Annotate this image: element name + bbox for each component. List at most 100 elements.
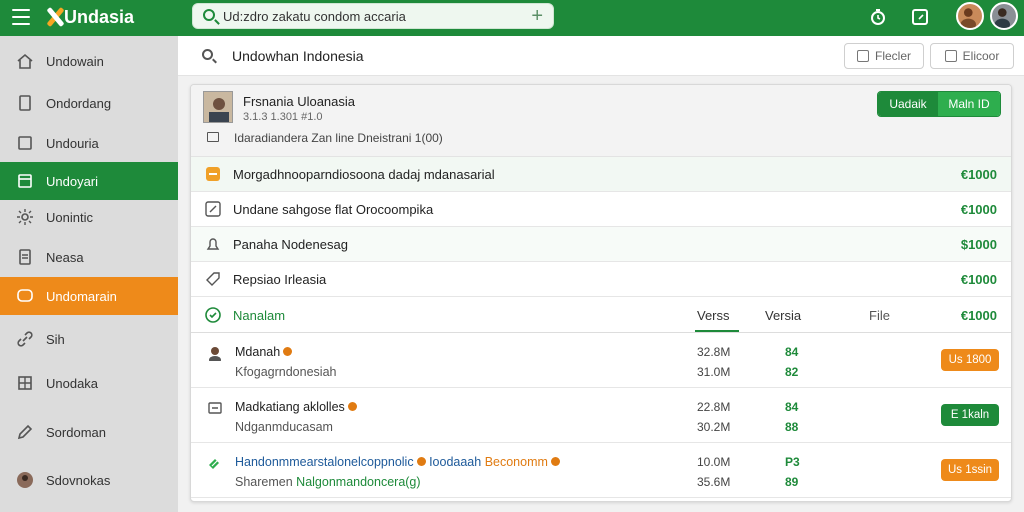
bell-icon <box>206 238 220 250</box>
row-action-button[interactable]: E 1kaln <box>941 404 999 426</box>
avatar[interactable] <box>956 2 984 30</box>
sidebar-item-label: Ondordang <box>46 95 112 111</box>
sidebar-item-ondordang[interactable]: Ondordang <box>0 84 178 122</box>
window-icon[interactable] <box>910 7 930 27</box>
list-item[interactable]: Undane sahgose flat Orocoompika €1000 <box>191 192 1011 227</box>
global-search-input[interactable] <box>223 7 513 25</box>
home-icon <box>17 53 33 69</box>
filter-button[interactable]: Flecler <box>844 43 924 69</box>
sidebar-item-neasa[interactable]: Neasa <box>0 238 178 276</box>
sidebar-item-unodaka[interactable]: Unodaka <box>0 364 178 402</box>
person-icon <box>209 347 221 361</box>
sidebar-item-label: Undomarain <box>46 288 117 304</box>
document-icon <box>207 132 219 142</box>
row-action-button[interactable]: Us 1800 <box>941 349 999 371</box>
sidebar-item-sdovnokas[interactable]: Sdovnokas <box>0 461 178 499</box>
column-header-versia[interactable]: Versia <box>765 308 801 323</box>
list-item[interactable]: Repsiao Irleasia €1000 <box>191 262 1011 297</box>
filter-button-label: Flecler <box>874 49 911 63</box>
column-header-file[interactable]: File <box>869 308 890 323</box>
table-row[interactable]: Handonmmearstalonelcoppnolic Ioodaaah Be… <box>191 443 1011 498</box>
list-item-label: Undane sahgose flat Orocoompika <box>233 202 434 217</box>
row-version-secondary: 82 <box>785 365 799 379</box>
row-title-text: Madkatiang aklolles <box>235 400 345 414</box>
page-title: Undowhan Indonesia <box>232 48 364 64</box>
row-title-text: Mdanah <box>235 345 281 359</box>
tag-outline-icon <box>206 272 220 286</box>
sidebar-item-undoyari[interactable]: Undoyari <box>0 162 178 200</box>
check-circle-icon <box>205 307 221 323</box>
chat-icon <box>17 289 33 302</box>
sidebar-item-label: Unodaka <box>46 375 99 391</box>
sidebar-item-label: Undoyari <box>46 173 99 189</box>
logo-mark-icon <box>44 6 66 28</box>
person-icon <box>209 98 229 122</box>
list-item[interactable]: Morgadhnooparndiosoona dadaj mdanasarial… <box>191 157 1011 192</box>
avatar-icon <box>960 8 976 28</box>
sidebar-item-undouria[interactable]: Undouria <box>0 124 178 162</box>
status-dot-icon <box>416 457 426 466</box>
user-avatar-icon <box>17 472 33 488</box>
sidebar: Undowain Ondordang Undouria Undoyari Uon… <box>0 36 178 512</box>
app-name: Undasia <box>64 6 135 27</box>
row-title: Mdanah <box>235 345 293 359</box>
row-subtitle: Ndganmducasam <box>235 420 333 434</box>
column-header-versions[interactable]: Verss <box>697 308 730 323</box>
sidebar-item-undowain[interactable]: Undowain <box>0 42 178 80</box>
row-size-secondary: 31.0M <box>697 365 731 379</box>
filter-icon <box>856 50 869 62</box>
list-item-amount: €1000 <box>960 167 997 182</box>
timer-icon[interactable] <box>868 7 888 27</box>
add-icon[interactable]: + <box>531 5 543 27</box>
row-subtitle: Kfogagrndonesiah <box>235 365 337 379</box>
sidebar-item-label: Undowain <box>46 53 104 69</box>
row-version: P3 <box>785 455 800 469</box>
toggle-option-b[interactable]: Maln ID <box>938 92 1000 116</box>
table-header-amount: €1000 <box>960 308 997 323</box>
row-size-secondary: 35.6M <box>697 475 731 489</box>
tag-icon <box>206 167 220 181</box>
list-item-label: Morgadhnooparndiosoona dadaj mdanasarial <box>233 167 495 182</box>
app-logo[interactable]: Undasia <box>44 4 134 30</box>
row-subtitle-link[interactable]: Nalgonmandoncera(g) <box>296 475 420 489</box>
notes-icon <box>19 249 31 265</box>
search-icon[interactable] <box>202 49 213 60</box>
table-header: Nanalam Verss Versia File €1000 <box>191 298 1011 333</box>
sidebar-item-sordoman[interactable]: Sordoman <box>0 413 178 451</box>
sidebar-item-sih[interactable]: Sih <box>0 320 178 358</box>
row-version: 84 <box>785 400 799 414</box>
sidebar-item-label: Undouria <box>46 135 99 151</box>
document-icon <box>19 95 31 111</box>
profile-id: 3.1.3 1.301 #1.0 <box>243 111 323 123</box>
toggle-option-a[interactable]: Uadaik <box>878 92 939 116</box>
row-size: 22.8M <box>697 400 731 414</box>
list-item-label: Repsiao Irleasia <box>233 272 327 287</box>
row-version-secondary: 89 <box>785 475 799 489</box>
export-button[interactable]: Elicoor <box>930 43 1014 69</box>
grid-icon <box>18 376 32 390</box>
profile-photo[interactable] <box>203 91 233 123</box>
row-title: Madkatiang aklolles <box>235 400 357 414</box>
table-row[interactable]: Mdanah Kfogagrndonesiah 32.8M 31.0M 84 8… <box>191 333 1011 388</box>
list-item[interactable]: Panaha Nodenesag $1000 <box>191 227 1011 262</box>
avatar-secondary[interactable] <box>990 2 1018 30</box>
row-size-secondary: 30.2M <box>697 420 731 434</box>
sidebar-item-label: Sih <box>46 331 65 347</box>
row-title-link[interactable]: Ioodaaah <box>429 455 481 469</box>
row-action-button[interactable]: Us 1ssin <box>941 459 999 481</box>
global-search[interactable]: + <box>192 3 554 29</box>
edit-icon <box>205 201 221 217</box>
main-card: Frsnania Uloanasia 3.1.3 1.301 #1.0 Idar… <box>190 84 1012 502</box>
table-row[interactable]: Madkatiang aklolles Ndganmducasam 22.8M … <box>191 388 1011 443</box>
profile-name: Frsnania Uloanasia <box>243 94 356 109</box>
sidebar-item-uonintic[interactable]: Uonintic <box>0 198 178 236</box>
row-title-tag: Beconomm <box>484 455 548 469</box>
content-header: Undowhan Indonesia Flecler Elicoor <box>178 36 1024 76</box>
card-header: Frsnania Uloanasia 3.1.3 1.301 #1.0 Idar… <box>191 85 1011 157</box>
panel-icon <box>18 174 32 188</box>
row-title: Handonmmearstalonelcoppnolic Ioodaaah Be… <box>235 455 560 469</box>
status-dot-icon <box>347 402 357 411</box>
sidebar-item-undomarain[interactable]: Undomarain <box>0 277 178 315</box>
menu-icon[interactable] <box>12 9 30 25</box>
avatar-icon <box>994 8 1010 28</box>
